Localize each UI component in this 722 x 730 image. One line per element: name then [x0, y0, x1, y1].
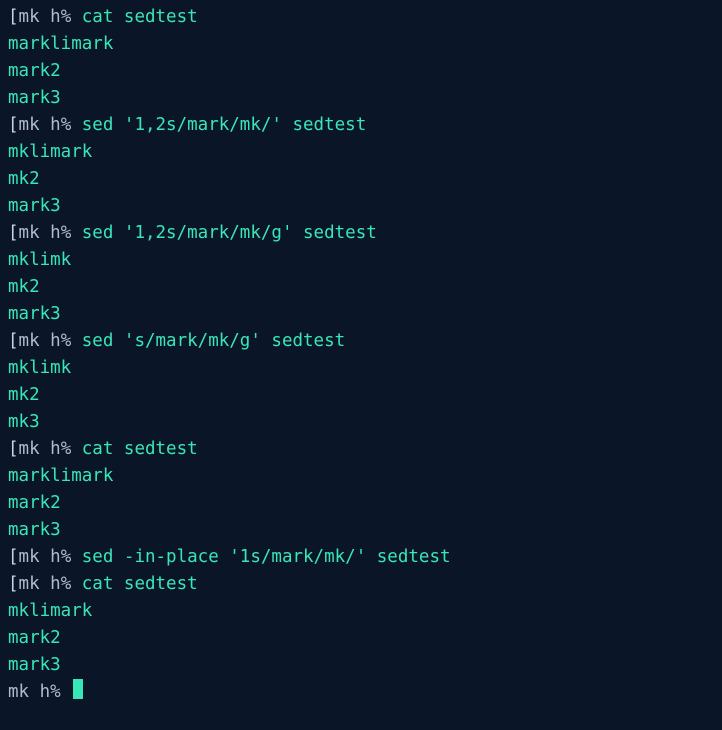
terminal-line: [mk h% cat sedtest	[8, 436, 714, 463]
prompt-text: mk h%	[8, 682, 71, 702]
output-text: marklimark	[8, 466, 113, 486]
terminal-line: mklimk	[8, 247, 714, 274]
prompt-bracket: [	[8, 7, 19, 27]
terminal-line: mklimark	[8, 598, 714, 625]
prompt-bracket: [	[8, 547, 19, 567]
terminal-line: mk2	[8, 274, 714, 301]
output-text: mark2	[8, 628, 61, 648]
prompt-text: mk h%	[19, 331, 82, 351]
prompt-text: mk h%	[19, 223, 82, 243]
output-text: mklimk	[8, 250, 71, 270]
output-text: mark3	[8, 304, 61, 324]
command-text: sed -in-place '1s/mark/mk/' sedtest	[82, 547, 451, 567]
output-text: mark3	[8, 655, 61, 675]
command-text: cat sedtest	[82, 7, 198, 27]
command-text: cat sedtest	[82, 574, 198, 594]
output-text: mk2	[8, 169, 40, 189]
prompt-bracket: [	[8, 574, 19, 594]
terminal-line: mark3	[8, 85, 714, 112]
terminal-line: mk2	[8, 166, 714, 193]
terminal-line: mklimk	[8, 355, 714, 382]
terminal-line: mark2	[8, 58, 714, 85]
prompt-text: mk h%	[19, 547, 82, 567]
terminal-line: [mk h% sed '1,2s/mark/mk/g' sedtest	[8, 220, 714, 247]
command-text: sed '1,2s/mark/mk/' sedtest	[82, 115, 366, 135]
terminal-line: mark3	[8, 517, 714, 544]
output-text: mark2	[8, 493, 61, 513]
terminal-line: [mk h% cat sedtest	[8, 571, 714, 598]
terminal-line: [mk h% sed '1,2s/mark/mk/' sedtest	[8, 112, 714, 139]
prompt-text: mk h%	[19, 115, 82, 135]
command-text: sed 's/mark/mk/g' sedtest	[82, 331, 345, 351]
terminal-line: mk3	[8, 409, 714, 436]
output-text: mklimark	[8, 601, 92, 621]
command-text: sed '1,2s/mark/mk/g' sedtest	[82, 223, 377, 243]
prompt-bracket: [	[8, 115, 19, 135]
terminal-line: marklimark	[8, 31, 714, 58]
terminal-line: mklimark	[8, 139, 714, 166]
output-text: mklimark	[8, 142, 92, 162]
terminal-line: mk2	[8, 382, 714, 409]
output-text: mark3	[8, 88, 61, 108]
terminal-line: marklimark	[8, 463, 714, 490]
terminal-line: mark3	[8, 193, 714, 220]
terminal-line: mark3	[8, 652, 714, 679]
terminal-line: mark2	[8, 490, 714, 517]
output-text: mark3	[8, 196, 61, 216]
output-text: mk3	[8, 412, 40, 432]
cursor[interactable]	[73, 679, 83, 699]
prompt-text: mk h%	[19, 574, 82, 594]
command-text: cat sedtest	[82, 439, 198, 459]
output-text: mk2	[8, 385, 40, 405]
output-text: mk2	[8, 277, 40, 297]
prompt-bracket: [	[8, 331, 19, 351]
prompt-bracket: [	[8, 223, 19, 243]
prompt-text: mk h%	[19, 439, 82, 459]
output-text: mark2	[8, 61, 61, 81]
terminal-line: [mk h% cat sedtest	[8, 4, 714, 31]
terminal[interactable]: [mk h% cat sedtestmarklimarkmark2mark3[m…	[0, 0, 722, 710]
prompt-bracket: [	[8, 439, 19, 459]
terminal-line: mark3	[8, 301, 714, 328]
terminal-line: mark2	[8, 625, 714, 652]
prompt-text: mk h%	[19, 7, 82, 27]
output-text: mark3	[8, 520, 61, 540]
output-text: marklimark	[8, 34, 113, 54]
terminal-line: [mk h% sed -in-place '1s/mark/mk/' sedte…	[8, 544, 714, 571]
terminal-line: mk h%	[8, 679, 714, 706]
terminal-line: [mk h% sed 's/mark/mk/g' sedtest	[8, 328, 714, 355]
output-text: mklimk	[8, 358, 71, 378]
